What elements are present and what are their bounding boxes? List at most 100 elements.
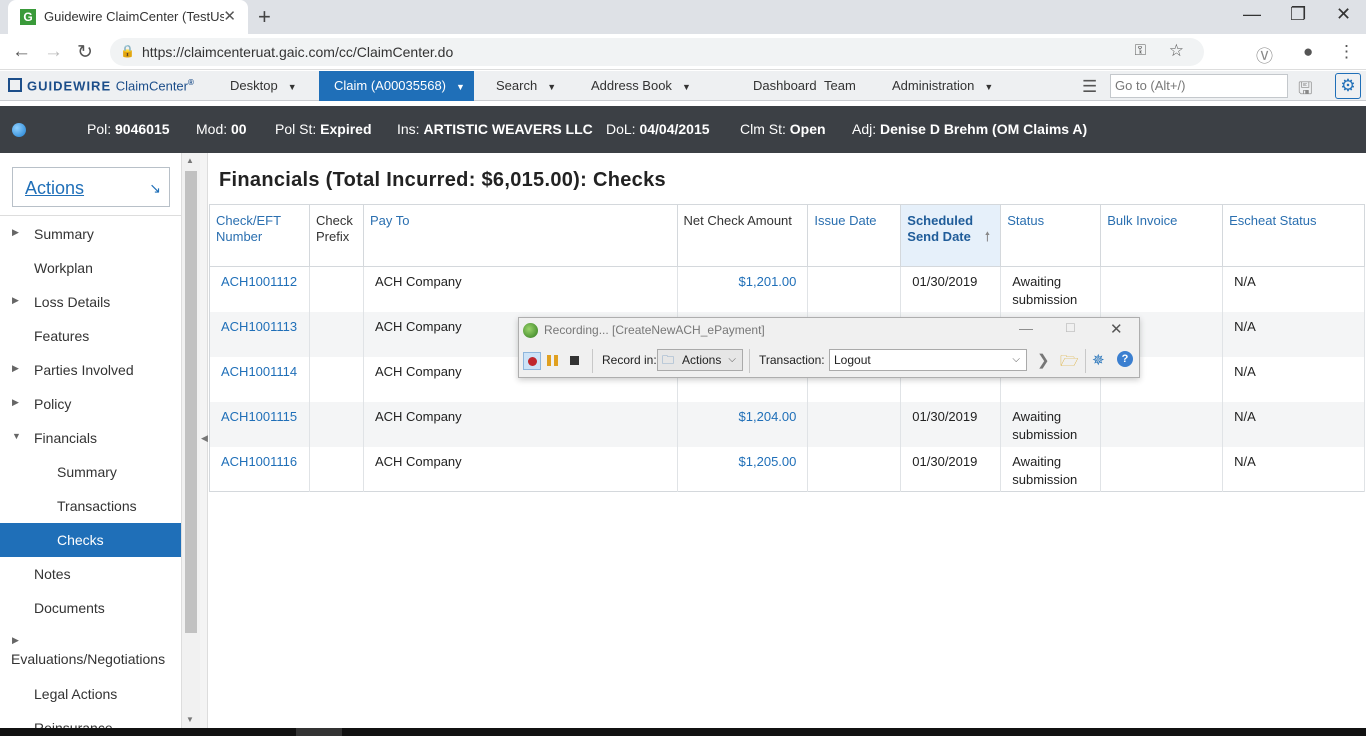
menu-search[interactable]: Search ▼ xyxy=(496,71,556,101)
extension-icon[interactable]: Ⓥ xyxy=(1256,42,1273,67)
stop-button[interactable] xyxy=(566,352,584,370)
stop-icon xyxy=(570,356,579,365)
collapse-left-icon[interactable]: ◀ xyxy=(201,433,208,444)
key-icon[interactable]: ⚿ xyxy=(1135,42,1146,59)
bookmark-star-icon[interactable]: ☆ xyxy=(1169,41,1184,61)
table-row[interactable]: ACH1001115 ACH Company $1,204.00 01/30/2019… xyxy=(209,401,1365,447)
sidebar-item-evaluations[interactable]: ▶ Evaluations/Negotiations xyxy=(0,625,181,677)
scroll-down-icon[interactable]: ▼ xyxy=(186,715,194,724)
actions-button[interactable]: Actions ↘ xyxy=(12,167,170,207)
col-header-bulk-invoice[interactable]: Bulk Invoice xyxy=(1100,204,1224,267)
sidebar-splitter[interactable]: ◀ xyxy=(200,153,208,728)
gear-icon[interactable]: ⚙ xyxy=(1335,73,1361,99)
guidewire-logo[interactable]: GUIDEWIRE ClaimCenter® xyxy=(8,78,195,93)
scrollbar-thumb[interactable] xyxy=(185,171,197,633)
chevron-down-icon[interactable]: ▼ xyxy=(984,82,993,92)
chevron-down-icon[interactable]: ▼ xyxy=(288,82,297,92)
menu-claim[interactable]: Claim (A00035568) ▼ xyxy=(319,71,474,101)
forward-icon[interactable]: → xyxy=(44,41,63,63)
maximize-icon[interactable]: ☐ xyxy=(1065,321,1076,335)
chevron-down-icon[interactable]: ⌵ xyxy=(1012,350,1020,370)
url-text[interactable]: https://claimcenteruat.gaic.com/cc/Claim… xyxy=(142,44,453,60)
sidebar-item-parties-involved[interactable]: ▶ Parties Involved xyxy=(0,353,181,387)
taskbar-active-app[interactable] xyxy=(296,728,342,736)
menu-address-book[interactable]: Address Book ▼ xyxy=(591,71,691,101)
goto-input[interactable]: Go to (Alt+/) xyxy=(1110,74,1288,98)
sidebar-scrollbar[interactable]: ▲ ▼ xyxy=(182,153,200,728)
record-in-dropdown[interactable]: 🗀 Actions ⌵ xyxy=(657,349,743,371)
collapse-triangle-icon[interactable]: ▼ xyxy=(12,431,21,441)
col-header-escheat-status[interactable]: Escheat Status xyxy=(1222,204,1365,267)
menu-team[interactable]: Team xyxy=(824,71,856,101)
expand-triangle-icon[interactable]: ▶ xyxy=(12,635,19,646)
sidebar-item-reinsurance[interactable]: Reinsurance xyxy=(0,711,181,728)
expand-triangle-icon[interactable]: ▶ xyxy=(12,363,19,374)
hamburger-menu-icon[interactable]: ☰ xyxy=(1082,77,1097,97)
minimize-window-icon[interactable]: — xyxy=(1243,4,1261,25)
record-button[interactable] xyxy=(523,352,541,370)
cell-check-number[interactable]: ACH1001116 xyxy=(209,446,310,492)
cell-escheat-status: N/A xyxy=(1222,356,1365,402)
menu-administration[interactable]: Administration ▼ xyxy=(892,71,993,101)
play-arrow-icon[interactable]: ❯ xyxy=(1037,351,1050,369)
menu-dashboard[interactable]: Dashboard xyxy=(753,71,817,101)
sidebar: Actions ↘ ▶ Summary Workplan ▶ Loss Detail… xyxy=(0,153,182,728)
sidebar-item-documents[interactable]: Documents xyxy=(0,591,181,625)
sidebar-item-features[interactable]: Features xyxy=(0,319,181,353)
expand-triangle-icon[interactable]: ▶ xyxy=(12,397,19,408)
sidebar-item-policy[interactable]: ▶ Policy xyxy=(0,387,181,421)
browser-tab[interactable]: G Guidewire ClaimCenter (TestUser ✕ xyxy=(8,0,248,34)
help-icon[interactable]: ? xyxy=(1117,351,1133,367)
col-header-status[interactable]: Status xyxy=(1000,204,1102,267)
sidebar-item-workplan[interactable]: Workplan xyxy=(0,251,181,285)
sidebar-item-notes[interactable]: Notes xyxy=(0,557,181,591)
chevron-down-icon[interactable]: ▼ xyxy=(682,82,691,92)
cell-check-number[interactable]: ACH1001114 xyxy=(209,356,310,402)
info-policy-status: Pol St: Expired xyxy=(275,121,372,137)
pause-button[interactable] xyxy=(544,352,562,370)
sidebar-item-loss-details[interactable]: ▶ Loss Details xyxy=(0,285,181,319)
sort-ascending-icon[interactable]: 🠕 xyxy=(985,229,991,245)
scroll-up-icon[interactable]: ▲ xyxy=(186,156,194,165)
chevron-down-icon[interactable]: ▼ xyxy=(456,82,465,92)
chevron-down-icon[interactable]: ⌵ xyxy=(728,350,736,370)
cell-net-amount[interactable]: $1,205.00 xyxy=(677,446,809,492)
back-icon[interactable]: ← xyxy=(12,41,31,63)
menu-desktop[interactable]: Desktop ▼ xyxy=(230,71,297,101)
col-header-pay-to[interactable]: Pay To xyxy=(363,204,678,267)
cell-check-number[interactable]: ACH1001112 xyxy=(209,266,310,312)
table-row[interactable]: ACH1001116 ACH Company $1,205.00 01/30/2019… xyxy=(209,446,1365,492)
save-icon[interactable]: 🖫 xyxy=(1298,76,1312,105)
col-header-check-number[interactable]: Check/EFT Number xyxy=(209,204,310,267)
cell-net-amount[interactable]: $1,204.00 xyxy=(677,401,809,447)
sidebar-item-summary[interactable]: ▶ Summary xyxy=(0,217,181,251)
claim-status-icon[interactable] xyxy=(12,123,26,137)
sidebar-item-financials-summary[interactable]: Summary xyxy=(0,455,181,489)
open-folder-icon[interactable]: 🗁 xyxy=(1060,351,1079,376)
sidebar-item-financials[interactable]: ▼ Financials xyxy=(0,421,181,455)
cell-check-number[interactable]: ACH1001113 xyxy=(209,311,310,357)
target-select-icon[interactable]: ✵ xyxy=(1092,351,1105,369)
address-bar[interactable]: 🔒 https://claimcenteruat.gaic.com/cc/Cla… xyxy=(110,38,1204,66)
chevron-down-icon[interactable]: ▼ xyxy=(547,82,556,92)
table-row[interactable]: ACH1001112 ACH Company $1,201.00 01/30/2019… xyxy=(209,266,1365,312)
restore-window-icon[interactable]: ❐ xyxy=(1290,4,1306,25)
col-header-issue-date[interactable]: Issue Date xyxy=(807,204,902,267)
sidebar-item-transactions[interactable]: Transactions xyxy=(0,489,181,523)
profile-icon[interactable]: ● xyxy=(1303,42,1313,62)
expand-triangle-icon[interactable]: ▶ xyxy=(12,227,19,238)
browser-menu-icon[interactable]: ⋮ xyxy=(1338,42,1355,62)
transaction-dropdown[interactable]: Logout ⌵ xyxy=(829,349,1027,371)
reload-icon[interactable]: ↻ xyxy=(77,41,93,64)
minimize-icon[interactable]: — xyxy=(1019,320,1033,336)
sidebar-item-checks[interactable]: Checks xyxy=(0,523,181,557)
close-window-icon[interactable]: ✕ xyxy=(1336,4,1351,25)
col-header-scheduled-send-date[interactable]: Scheduled Send Date 🠕 xyxy=(900,204,1002,267)
sidebar-item-legal-actions[interactable]: Legal Actions xyxy=(0,677,181,711)
cell-check-number[interactable]: ACH1001115 xyxy=(209,401,310,447)
cell-net-amount[interactable]: $1,201.00 xyxy=(677,266,809,312)
new-tab-icon[interactable]: + xyxy=(258,4,271,30)
close-tab-icon[interactable]: ✕ xyxy=(223,7,236,25)
expand-triangle-icon[interactable]: ▶ xyxy=(12,295,19,306)
close-icon[interactable]: ✕ xyxy=(1110,320,1123,338)
